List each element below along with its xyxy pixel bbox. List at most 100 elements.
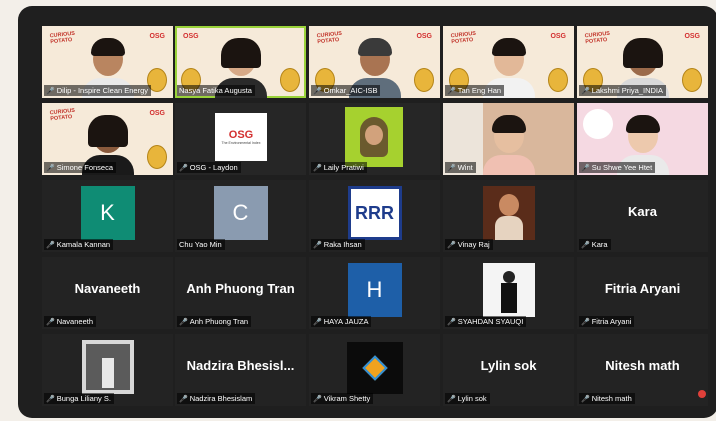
participant-tile[interactable]: Nadzira Bhesisl... 🎤 Nadzira Bhesislam xyxy=(175,334,306,406)
participant-name: 🎤 SYAHDAN SYAUQI xyxy=(445,316,527,327)
profile-photo xyxy=(347,342,403,394)
mic-muted-icon: 🎤 xyxy=(447,87,456,95)
mic-muted-icon: 🎤 xyxy=(46,395,55,403)
participant-tile-active[interactable]: OSG Nasya Fatika Augusta xyxy=(175,26,306,98)
mic-icon: 🎤 xyxy=(46,87,55,95)
participant-name: 🎤 Anh Phuong Tran xyxy=(177,316,252,327)
participant-name: 🎤 Lakshmi Priya_INDIA xyxy=(579,85,666,96)
participant-name: 🎤 Nitesh math xyxy=(579,393,635,404)
mic-muted-icon: 🎤 xyxy=(179,318,188,326)
participant-tile[interactable]: C Chu Yao Min xyxy=(175,180,306,252)
participant-tile[interactable]: Kara 🎤 Kara xyxy=(577,180,708,252)
participant-tile[interactable]: CURIOUS POTATO OSG 🎤 Dilip - Inspire Clean… xyxy=(42,26,173,98)
potato-mascot-icon xyxy=(147,145,167,169)
participant-name: 🎤 OSG - Laydon xyxy=(177,162,241,173)
potato-mascot-icon xyxy=(280,68,300,92)
participant-tile[interactable]: 🎤 Bunga Liliany S. xyxy=(42,334,173,406)
osg-logo: OSG xyxy=(684,33,700,40)
org-logo: OSG The Environmental Index xyxy=(215,113,267,161)
participant-name: 🎤 Raka Ihsan xyxy=(311,239,365,250)
participant-tile[interactable]: 🎤 SYAHDAN SYAUQI xyxy=(443,257,574,329)
participant-tile[interactable]: RRR 🎤 Raka Ihsan xyxy=(309,180,440,252)
participant-name: 🎤 Fitria Aryani xyxy=(579,316,635,327)
participant-name: 🎤 Lylin sok xyxy=(445,393,490,404)
osg-logo: OSG xyxy=(149,33,165,40)
osg-logo: OSG xyxy=(183,33,199,40)
participant-tile[interactable]: Nitesh math 🎤 Nitesh math xyxy=(577,334,708,406)
participant-tile[interactable]: Navaneeth 🎤 Navaneeth xyxy=(42,257,173,329)
participant-name: 🎤 Wint xyxy=(445,162,476,173)
mic-muted-icon: 🎤 xyxy=(179,395,188,403)
participant-tile[interactable]: Fitria Aryani 🎤 Fitria Aryani xyxy=(577,257,708,329)
participant-name: 🎤 Navaneeth xyxy=(44,316,96,327)
mic-muted-icon: 🎤 xyxy=(581,87,590,95)
participant-name: 🎤 Vinay Raj xyxy=(445,239,493,250)
participant-name: 🎤 Kara xyxy=(579,239,611,250)
mic-muted-icon: 🎤 xyxy=(313,318,322,326)
participant-tile[interactable]: CURIOUS POTATO OSG 🎤 Lakshmi Priya_INDIA xyxy=(577,26,708,98)
mic-muted-icon: 🎤 xyxy=(179,164,188,172)
mic-muted-icon: 🎤 xyxy=(46,318,55,326)
participant-tile[interactable]: 🎤 Vinay Raj xyxy=(443,180,574,252)
display-name: Lylin sok xyxy=(480,358,537,373)
display-name: Nadzira Bhesisl... xyxy=(186,358,295,373)
brand-tag: CURIOUS POTATO xyxy=(450,30,477,46)
participant-tile[interactable]: Anh Phuong Tran 🎤 Anh Phuong Tran xyxy=(175,257,306,329)
participant-video xyxy=(482,115,535,175)
participant-tile[interactable]: OSG The Environmental Index 🎤 OSG - Laydo… xyxy=(175,103,306,175)
brand-tag: CURIOUS POTATO xyxy=(49,107,76,123)
potato-mascot-icon xyxy=(414,68,434,92)
avatar: H xyxy=(347,263,402,317)
profile-photo xyxy=(82,340,134,394)
participant-tile[interactable]: 🎤 Su Shwe Yee Htet xyxy=(577,103,708,175)
brand-tag: CURIOUS POTATO xyxy=(49,30,76,46)
participant-tile[interactable]: 🎤 Laily Pratiwi xyxy=(309,103,440,175)
participant-tile[interactable]: Lylin sok 🎤 Lylin sok xyxy=(443,334,574,406)
participant-name: 🎤 Kamala Kannan xyxy=(44,239,114,250)
participant-tile[interactable]: H 🎤 HAYA JAUZA xyxy=(309,257,440,329)
participant-name: 🎤 Dilip - Inspire Clean Energy xyxy=(44,85,152,96)
participant-name: 🎤 Omkar_AIC-ISB xyxy=(311,85,381,96)
potato-mascot-icon xyxy=(682,68,702,92)
participant-tile[interactable]: CURIOUS POTATO OSG 🎤 Simone Fonseca xyxy=(42,103,173,175)
notification-dot xyxy=(698,390,706,398)
mic-muted-icon: 🎤 xyxy=(447,395,456,403)
participant-name: 🎤 Bunga Liliany S. xyxy=(44,393,114,404)
osg-logo: OSG xyxy=(149,110,165,117)
brand-tag: CURIOUS POTATO xyxy=(316,30,343,46)
diamond-logo-icon xyxy=(362,355,388,381)
participant-tile[interactable]: CURIOUS POTATO OSG 🎤 Tan Eng Han xyxy=(443,26,574,98)
avatar: K xyxy=(80,186,135,240)
avatar: C xyxy=(213,186,268,240)
video-gallery: CURIOUS POTATO OSG 🎤 Dilip - Inspire Clean… xyxy=(18,6,716,418)
participant-name: Nasya Fatika Augusta xyxy=(177,85,255,96)
participant-video xyxy=(345,107,403,167)
participant-name: Chu Yao Min xyxy=(177,239,225,250)
mic-muted-icon: 🎤 xyxy=(313,395,322,403)
participant-tile[interactable]: CURIOUS POTATO OSG 🎤 Omkar_AIC-ISB xyxy=(309,26,440,98)
participant-tile[interactable]: K 🎤 Kamala Kannan xyxy=(42,180,173,252)
participant-tile[interactable]: 🎤 Vikram Shetty xyxy=(309,334,440,406)
osg-logo: OSG xyxy=(550,33,566,40)
brand-tag: CURIOUS POTATO xyxy=(584,30,611,46)
mic-muted-icon: 🎤 xyxy=(313,87,322,95)
mic-muted-icon: 🎤 xyxy=(313,241,322,249)
display-name: Fitria Aryani xyxy=(604,281,681,296)
participant-tile[interactable]: 🎤 Wint xyxy=(443,103,574,175)
participant-name: 🎤 Simone Fonseca xyxy=(44,162,116,173)
participant-name: 🎤 Su Shwe Yee Htet xyxy=(579,162,656,173)
mic-muted-icon: 🎤 xyxy=(581,395,590,403)
mic-muted-icon: 🎤 xyxy=(313,164,322,172)
profile-photo xyxy=(483,263,535,317)
display-name: Nitesh math xyxy=(605,358,680,373)
display-name: Anh Phuong Tran xyxy=(186,281,295,296)
mic-muted-icon: 🎤 xyxy=(46,241,55,249)
mic-muted-icon: 🎤 xyxy=(447,241,456,249)
osg-logo: OSG xyxy=(416,33,432,40)
mic-muted-icon: 🎤 xyxy=(581,164,590,172)
mic-muted-icon: 🎤 xyxy=(46,164,55,172)
display-name: Navaneeth xyxy=(74,281,141,296)
participant-name: 🎤 Laily Pratiwi xyxy=(311,162,367,173)
mic-muted-icon: 🎤 xyxy=(447,318,456,326)
display-name: Kara xyxy=(628,204,657,219)
